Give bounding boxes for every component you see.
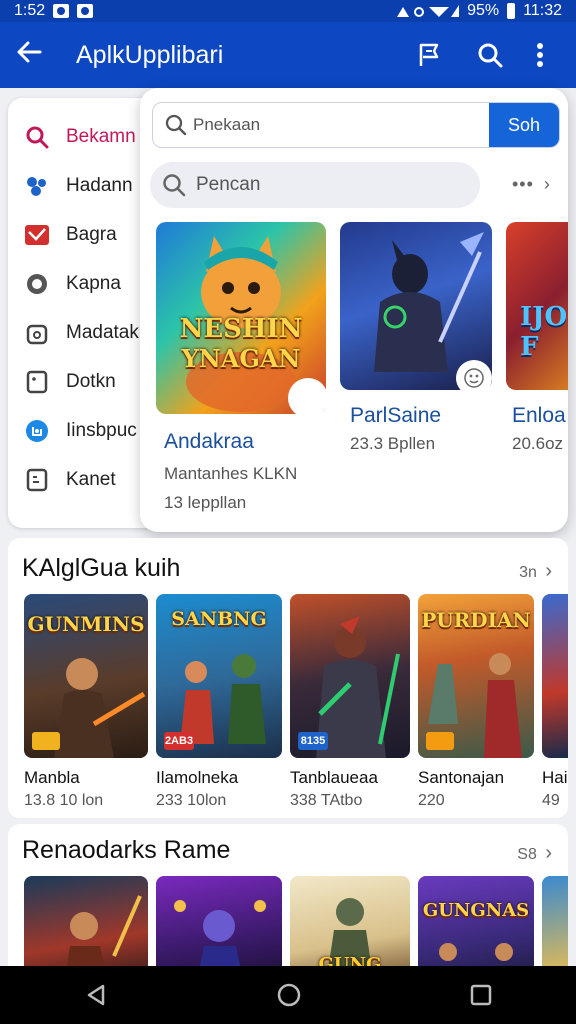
game-tile[interactable]: SANBNG 2AB3 [156,594,282,758]
card-title[interactable]: ParlSaine [350,404,441,428]
recents-nav-icon[interactable] [470,984,492,1006]
search-box: Pnekaan Soh [152,102,560,148]
menu-item-label: Dotkn [66,370,116,392]
menu-item-label: Bekamn [66,125,136,147]
back-arrow-icon[interactable] [16,39,60,71]
chevron-right-icon: › [543,174,551,194]
game-name[interactable]: Ilamolneka [156,768,282,788]
rating-badge [426,732,454,750]
card-subtitle: 23.3 Bpllen [350,434,436,453]
document-icon [24,369,50,395]
section-more-button[interactable]: S8 › [517,842,552,865]
status-time-left: 1:52 [14,2,46,19]
game-tile[interactable]: GUNMINS [24,594,148,758]
notification-icon [77,4,94,18]
card-title[interactable]: Enloa [512,404,566,428]
section-more-label: S8 [517,846,537,863]
status-bar: 1:52 95% 11:32 [0,0,576,22]
overlay-button[interactable] [288,378,328,418]
game-art[interactable]: IJO F [506,222,568,390]
status-time-right: 11:32 [523,2,562,19]
flag-icon[interactable] [400,42,460,68]
suggestion-pill[interactable]: Pencan [150,162,480,208]
search-icon [163,174,186,197]
page-icon [24,467,50,493]
battery-icon [507,3,516,19]
game-art-subtitle: YNAGAN [181,344,301,373]
rating-badge: 8135 [298,732,328,750]
game-tile[interactable] [542,594,568,758]
chevron-right-icon: › [545,560,552,582]
section-title: Renaodarks Rame [22,836,231,864]
section-games: KAlglGua kuih 3n › GUNMINS Manbla 13.8 1… [8,538,568,818]
store-icon [24,418,50,444]
game-size: 338 TAtbo [290,792,363,809]
game-size: 233 10lon [156,792,227,809]
more-dots: ••• [512,174,534,194]
menu-item-label: Hadann [66,174,133,196]
back-nav-icon[interactable] [84,983,108,1007]
gamepad-icon [24,173,50,199]
search-input[interactable]: Pnekaan [193,115,489,135]
menu-item-label: Bagra [66,223,117,245]
search-popup: Pnekaan Soh Pencan ••• › NESHIN YNAGAN A… [140,88,568,532]
circle-icon [24,271,50,297]
game-art-title: IJO F [520,302,568,362]
card-size: 13 leppllan [164,493,247,512]
emoji-icon[interactable] [456,360,492,396]
section-more-button[interactable]: 3n › [519,560,552,583]
game-size: 49 [542,792,560,809]
suggestion-text: Pencan [196,174,261,195]
section-title: KAlglGua kuih [22,554,181,582]
rating-badge: 2AB3 [164,732,194,750]
card-subtitle: Mantanhes KLKN [164,464,298,483]
game-name[interactable]: Manbla [24,768,148,788]
chevron-right-icon: › [545,842,552,864]
search-button[interactable]: Soh [489,103,559,147]
game-size: 13.8 10 lon [24,792,104,809]
app-bar: AplkUpplibari [0,22,576,88]
card-title[interactable]: Andakraa [164,430,254,454]
game-name[interactable]: Tanblaueaa [290,768,414,788]
bag-icon [24,320,50,346]
search-icon[interactable] [460,42,520,68]
signal-wifi-icons [397,5,460,17]
battery-percent: 95% [467,2,500,19]
menu-item-label: Kapna [66,272,121,294]
search-icon [24,124,50,150]
more-button[interactable]: ••• › [512,174,551,195]
menu-item-label: Kanet [66,468,116,490]
game-size: 220 [418,792,445,809]
mail-icon [24,222,50,248]
menu-item-label: Iinsbpuc [66,419,137,441]
menu-item-label: Madatak [66,321,139,343]
game-name[interactable]: Hai [542,768,568,788]
game-tile[interactable]: PURDIAN [418,594,534,758]
app-title: AplkUpplibari [76,40,224,69]
more-vert-icon[interactable] [520,42,560,68]
home-nav-icon[interactable] [276,982,302,1008]
game-art-title: NESHIN [179,314,303,344]
game-name[interactable]: Santonajan [418,768,534,788]
notification-icon [53,4,70,18]
system-nav-bar [0,966,576,1024]
section-recommended: Renaodarks Rame S8 › GUNG VANS GUNGNAS [8,824,568,984]
rating-badge [32,732,60,750]
card-subtitle: 20.6oz [512,434,564,453]
search-icon [153,114,193,136]
section-more-label: 3n [519,564,537,581]
game-tile[interactable]: 8135 [290,594,410,758]
